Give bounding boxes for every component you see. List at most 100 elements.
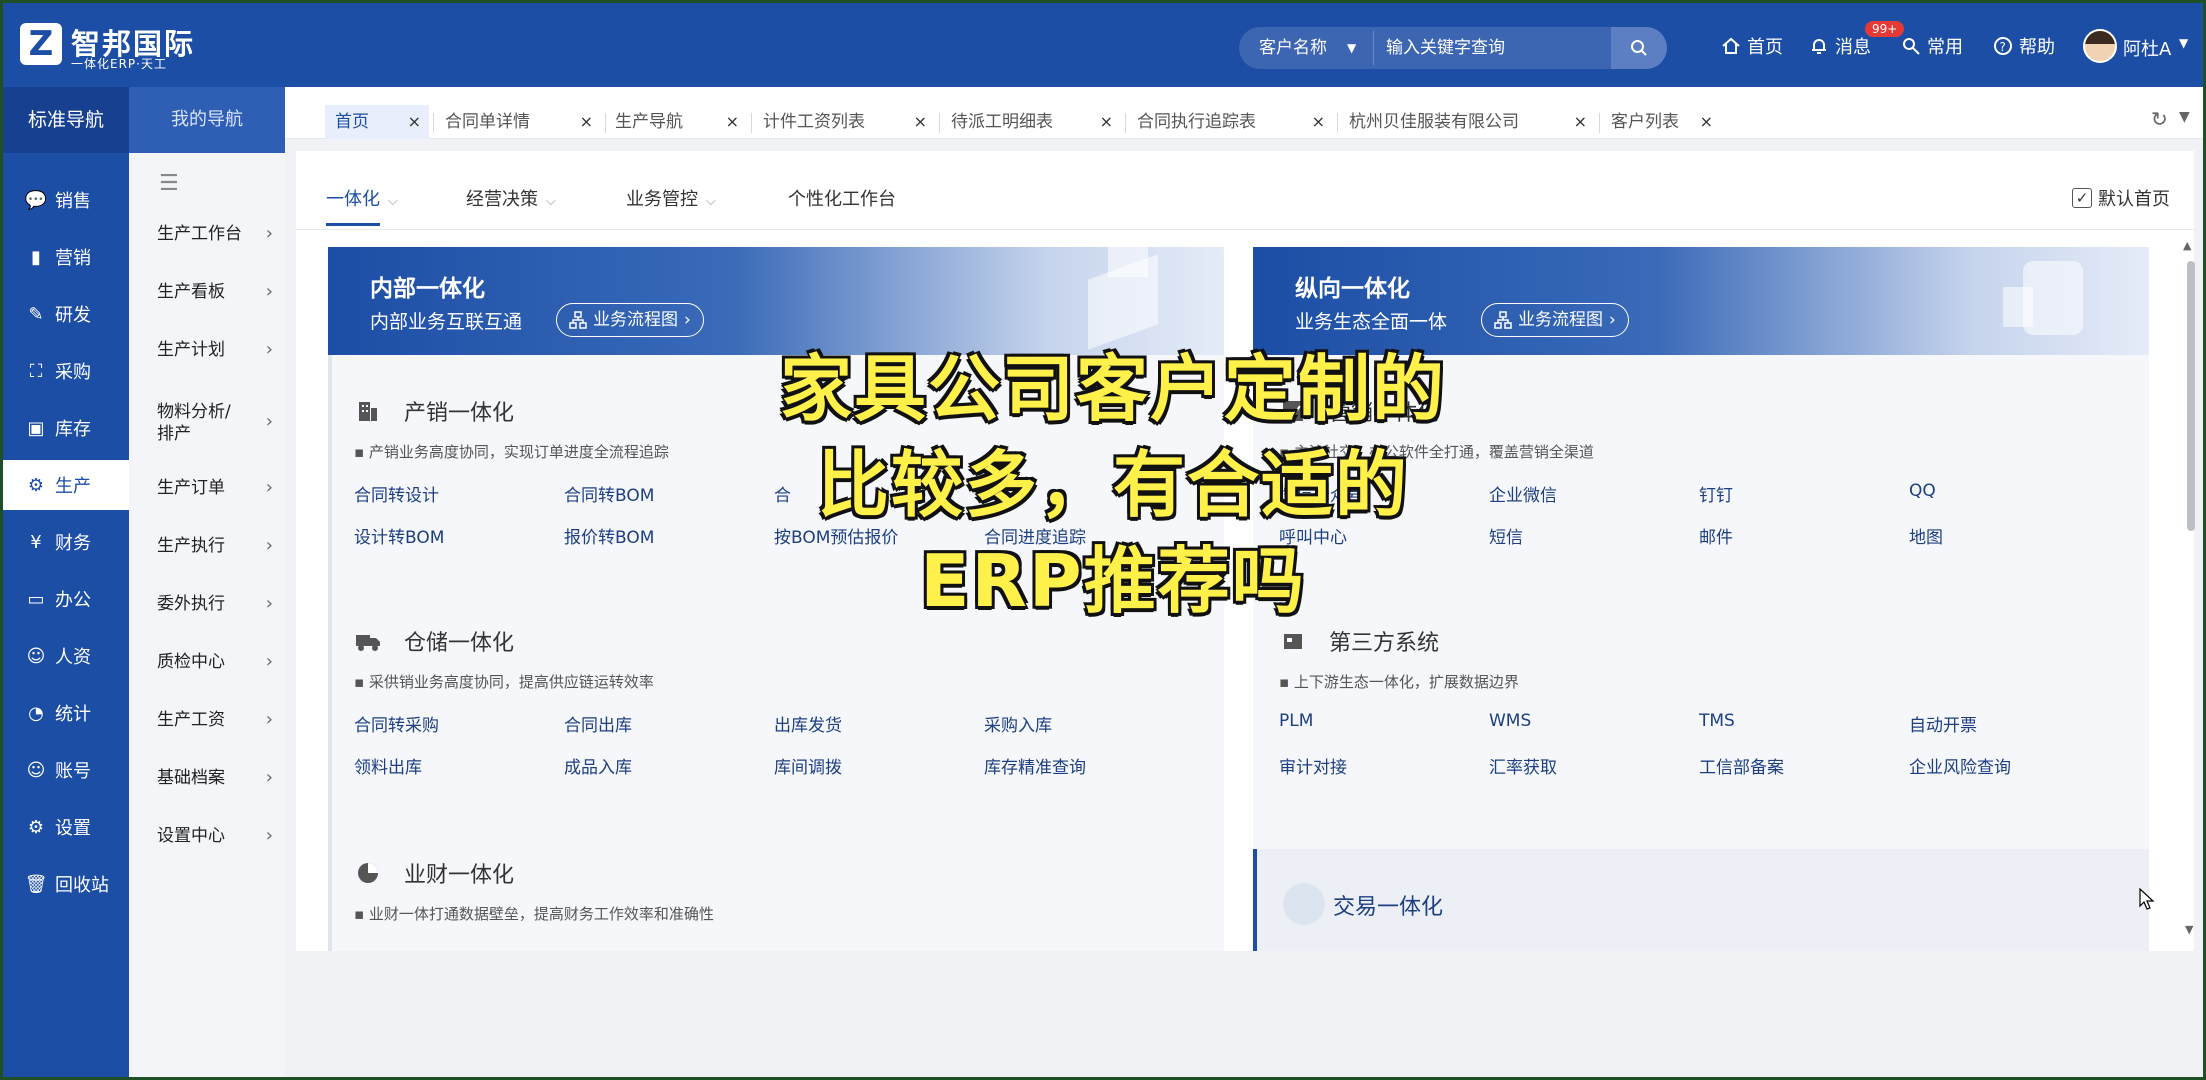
nav-messages[interactable]: 消息 xyxy=(1809,33,1871,59)
close-icon[interactable]: × xyxy=(1700,105,1713,139)
subnav-item[interactable]: 设置中心 › xyxy=(157,825,277,847)
sidebar-item[interactable]: ▣ 库存 xyxy=(3,403,129,453)
refresh-icon[interactable]: ↻ xyxy=(2151,107,2168,131)
nav-home[interactable]: 首页 xyxy=(1721,33,1783,59)
feature-link[interactable]: 库间调拨 xyxy=(774,753,842,778)
feature-link[interactable]: 合同转采购 xyxy=(354,711,439,736)
scroll-down-icon[interactable]: ▼ xyxy=(2185,923,2193,936)
search-field-select[interactable]: 客户名称 xyxy=(1259,27,1327,69)
trade-icon xyxy=(1283,883,1325,925)
subnav-item[interactable]: 生产工作台 › xyxy=(157,223,277,245)
feature-link[interactable]: 企业微信 xyxy=(1489,481,1557,506)
avatar[interactable] xyxy=(2083,29,2117,63)
sidebar-item[interactable]: ✎ 研发 xyxy=(3,289,129,339)
subtab-item[interactable]: 经营决策 ⌵ xyxy=(466,185,556,211)
sidebar-item[interactable]: ☺ 账号 xyxy=(3,745,129,795)
feature-link[interactable]: 汇率获取 xyxy=(1489,753,1557,778)
close-icon[interactable]: × xyxy=(1574,105,1587,139)
feature-link[interactable]: TMS xyxy=(1699,711,1735,731)
flow-chart-button[interactable]: 业务流程图 › xyxy=(556,303,704,337)
close-icon[interactable]: × xyxy=(580,105,593,139)
sidebar-item[interactable]: ☺ 人资 xyxy=(3,631,129,681)
checkbox-checked-icon[interactable]: ✓ xyxy=(2072,188,2092,208)
close-icon[interactable]: × xyxy=(914,105,927,139)
caret-down-icon[interactable]: ▼ xyxy=(2179,36,2188,50)
tab-item[interactable]: 计件工资列表 × xyxy=(753,105,935,139)
tab-item[interactable]: 合同单详情 × xyxy=(435,105,601,139)
sidebar-item[interactable]: ⛶ 采购 xyxy=(3,346,129,396)
subtab-item[interactable]: 个性化工作台 xyxy=(788,185,896,211)
tab-item[interactable]: 合同执行追踪表 × xyxy=(1127,105,1333,139)
subnav-item[interactable]: 物料分析/排产 › xyxy=(157,401,277,445)
feature-link[interactable]: QQ xyxy=(1909,481,1936,501)
feature-link[interactable]: 报价转BOM xyxy=(564,523,654,548)
tab-label: 合同单详情 xyxy=(445,112,530,132)
tab-menu-icon[interactable]: ▼ xyxy=(2179,109,2190,125)
vertical-scrollbar[interactable]: ▲ ▼ xyxy=(2183,239,2197,939)
sidebar-item[interactable]: ¥ 财务 xyxy=(3,517,129,567)
nav-common[interactable]: 常用 xyxy=(1901,33,1963,59)
feature-link[interactable]: 企业风险查询 xyxy=(1909,753,2011,778)
subnav-item[interactable]: 生产执行 › xyxy=(157,535,277,557)
sidebar-item[interactable]: ▭ 办公 xyxy=(3,574,129,624)
subtab-item[interactable]: 一体化 ⌵ xyxy=(326,185,398,211)
search-input[interactable] xyxy=(1373,31,1623,65)
card-subtitle: 业务生态全面一体 xyxy=(1295,311,1448,333)
feature-link[interactable]: 审计对接 xyxy=(1279,753,1347,778)
user-name[interactable]: 阿杜A xyxy=(2123,35,2171,61)
feature-link[interactable]: 合同转设计 xyxy=(354,481,439,506)
feature-link[interactable]: 合同转BOM xyxy=(564,481,654,506)
feature-link[interactable]: 设计转BOM xyxy=(354,523,444,548)
search-button[interactable] xyxy=(1611,27,1667,69)
subtab-item[interactable]: 业务管控 ⌵ xyxy=(626,185,716,211)
tab-item[interactable]: 生产导航 × xyxy=(605,105,747,139)
sidebar-item[interactable]: ◔ 统计 xyxy=(3,688,129,738)
collapse-menu-icon[interactable]: ☰ xyxy=(159,171,179,196)
feature-link[interactable]: 出库发货 xyxy=(774,711,842,736)
subnav-item[interactable]: 生产看板 › xyxy=(157,281,277,303)
feature-link[interactable]: 库存精准查询 xyxy=(984,753,1086,778)
scrollbar-thumb[interactable] xyxy=(2187,261,2195,531)
subnav-item[interactable]: 委外执行 › xyxy=(157,593,277,615)
trade-section[interactable]: 交易一体化 xyxy=(1253,849,2149,951)
caret-down-icon[interactable]: ▼ xyxy=(1347,27,1356,69)
feature-link[interactable]: 地图 xyxy=(1909,523,1943,548)
subnav-item[interactable]: 基础档案 › xyxy=(157,767,277,789)
subnav-item[interactable]: 生产工资 › xyxy=(157,709,277,731)
sidebar-item[interactable]: ▮ 营销 xyxy=(3,232,129,282)
nav-help[interactable]: ? 帮助 xyxy=(1993,33,2055,59)
close-icon[interactable]: × xyxy=(408,105,421,139)
sidebar-header-my-nav[interactable]: 我的导航 xyxy=(129,87,285,153)
flow-chart-button[interactable]: 业务流程图 › xyxy=(1481,303,1629,337)
close-icon[interactable]: × xyxy=(726,105,739,139)
subnav-item[interactable]: 生产计划 › xyxy=(157,339,277,361)
tab-item[interactable]: 客户列表 × xyxy=(1601,105,1721,139)
tab-item[interactable]: 杭州贝佳服装有限公司 × xyxy=(1339,105,1595,139)
feature-link[interactable]: 合同出库 xyxy=(564,711,632,736)
tab-item[interactable]: 待派工明细表 × xyxy=(941,105,1121,139)
feature-link[interactable]: PLM xyxy=(1279,711,1313,731)
sidebar-header-standard-nav[interactable]: 标准导航 xyxy=(3,87,129,153)
default-home-checkbox[interactable]: ✓ 默认首页 xyxy=(2072,185,2170,211)
tab-item[interactable]: 首页 × xyxy=(325,105,429,139)
feature-link[interactable]: 短信 xyxy=(1489,523,1523,548)
subnav-item[interactable]: 质检中心 › xyxy=(157,651,277,673)
sidebar-item[interactable]: 🗑 回收站 xyxy=(3,859,129,909)
feature-link[interactable]: 自动开票 xyxy=(1909,711,1977,736)
subnav-item[interactable]: 生产订单 › xyxy=(157,477,277,499)
section-description: ▪ 上下游生态一体化，扩展数据边界 xyxy=(1279,673,1519,691)
close-icon[interactable]: × xyxy=(1312,105,1325,139)
feature-link[interactable]: 领料出库 xyxy=(354,753,422,778)
feature-link[interactable]: 邮件 xyxy=(1699,523,1733,548)
feature-link[interactable]: 采购入库 xyxy=(984,711,1052,736)
feature-link[interactable]: 成品入库 xyxy=(564,753,632,778)
feature-link[interactable]: WMS xyxy=(1489,711,1531,731)
scroll-up-icon[interactable]: ▲ xyxy=(2183,239,2191,252)
trash-icon: 🗑 xyxy=(24,873,48,895)
close-icon[interactable]: × xyxy=(1100,105,1113,139)
sidebar-item[interactable]: ⚙ 设置 xyxy=(3,802,129,852)
sidebar-item[interactable]: 💬 销售 xyxy=(3,175,129,225)
feature-link[interactable]: 工信部备案 xyxy=(1699,753,1784,778)
feature-link[interactable]: 钉钉 xyxy=(1699,481,1733,506)
sidebar-item[interactable]: ⚙ 生产 xyxy=(3,460,129,510)
